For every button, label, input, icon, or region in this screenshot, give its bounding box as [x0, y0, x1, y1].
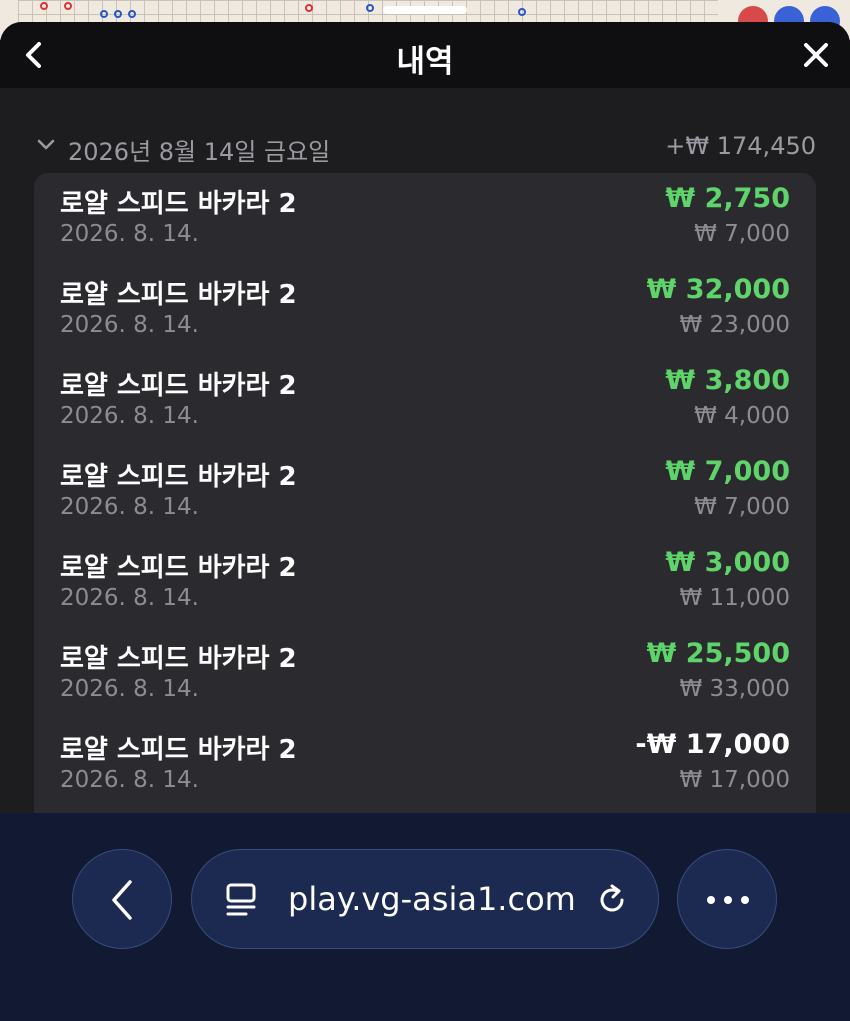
bet-amount: ₩ 33,000 — [679, 676, 790, 702]
transaction-list: 로얄 스피드 바카라 2 2026. 8. 14. ₩ 2,750 ₩ 7,00… — [34, 173, 816, 833]
transaction-row[interactable]: 로얄 스피드 바카라 2 2026. 8. 14. ₩ 2,750 ₩ 7,00… — [34, 173, 816, 264]
transaction-row[interactable]: 로얄 스피드 바카라 2 2026. 8. 14. -₩ 17,000 ₩ 17… — [34, 719, 816, 810]
transaction-row[interactable]: 로얄 스피드 바카라 2 2026. 8. 14. ₩ 32,000 ₩ 23,… — [34, 264, 816, 355]
game-name: 로얄 스피드 바카라 2 — [60, 280, 297, 310]
close-button[interactable] — [800, 39, 832, 71]
board-marker — [64, 2, 72, 10]
board-marker — [366, 4, 374, 12]
result-amount: ₩ 7,000 — [665, 456, 790, 487]
page-icon — [226, 883, 256, 916]
result-amount: ₩ 25,500 — [646, 638, 790, 669]
drag-handle[interactable] — [383, 6, 467, 14]
game-name: 로얄 스피드 바카라 2 — [60, 553, 297, 583]
game-name: 로얄 스피드 바카라 2 — [60, 189, 297, 219]
transaction-date: 2026. 8. 14. — [60, 585, 199, 611]
bet-amount: ₩ 23,000 — [679, 312, 790, 338]
result-amount: ₩ 3,000 — [665, 547, 790, 578]
transaction-date: 2026. 8. 14. — [60, 767, 199, 793]
game-name: 로얄 스피드 바카라 2 — [60, 644, 297, 674]
result-amount: ₩ 32,000 — [646, 274, 790, 305]
transaction-date: 2026. 8. 14. — [60, 312, 199, 338]
board-marker — [128, 10, 136, 18]
browser-toolbar: play.vg-asia1.com — [0, 813, 850, 1021]
bet-amount: ₩ 7,000 — [694, 494, 790, 520]
board-marker — [100, 10, 108, 18]
close-icon — [804, 43, 828, 67]
game-name: 로얄 스피드 바카라 2 — [60, 462, 297, 492]
transaction-row[interactable]: 로얄 스피드 바카라 2 2026. 8. 14. ₩ 3,800 ₩ 4,00… — [34, 355, 816, 446]
chevron-left-icon — [112, 880, 132, 920]
day-group-date: 2026년 8월 14일 금요일 — [68, 138, 331, 166]
transaction-date: 2026. 8. 14. — [60, 676, 199, 702]
sheet-header: 내역 — [0, 22, 850, 88]
transaction-row[interactable]: 로얄 스피드 바카라 2 2026. 8. 14. ₩ 7,000 ₩ 7,00… — [34, 446, 816, 537]
transaction-date: 2026. 8. 14. — [60, 221, 199, 247]
board-marker — [305, 4, 313, 12]
bet-amount: ₩ 4,000 — [694, 403, 790, 429]
bet-amount: ₩ 7,000 — [694, 221, 790, 247]
more-icon — [707, 896, 749, 904]
board-marker — [114, 10, 122, 18]
board-marker — [40, 2, 48, 10]
transaction-row[interactable]: 로얄 스피드 바카라 2 2026. 8. 14. ₩ 25,500 ₩ 33,… — [34, 628, 816, 719]
bet-amount: ₩ 11,000 — [679, 585, 790, 611]
transaction-date: 2026. 8. 14. — [60, 494, 199, 520]
transaction-row[interactable]: 로얄 스피드 바카라 2 2026. 8. 14. ₩ 3,000 ₩ 11,0… — [34, 537, 816, 628]
more-button[interactable] — [677, 849, 777, 949]
result-amount: ₩ 2,750 — [665, 183, 790, 214]
url-text: play.vg-asia1.com — [288, 880, 576, 918]
transaction-date: 2026. 8. 14. — [60, 403, 199, 429]
result-amount: -₩ 17,000 — [635, 729, 790, 760]
day-group-total: +₩ 174,450 — [665, 132, 816, 160]
game-name: 로얄 스피드 바카라 2 — [60, 735, 297, 765]
day-group-header[interactable]: 2026년 8월 14일 금요일 +₩ 174,450 — [34, 130, 816, 166]
page-title: 내역 — [396, 44, 454, 80]
reload-icon[interactable] — [594, 882, 630, 918]
address-bar[interactable]: play.vg-asia1.com — [191, 849, 659, 949]
board-marker — [518, 8, 526, 16]
bet-amount: ₩ 17,000 — [679, 767, 790, 793]
browser-back-button[interactable] — [72, 849, 172, 949]
game-name: 로얄 스피드 바카라 2 — [60, 371, 297, 401]
chevron-down-icon — [37, 139, 55, 150]
result-amount: ₩ 3,800 — [665, 365, 790, 396]
